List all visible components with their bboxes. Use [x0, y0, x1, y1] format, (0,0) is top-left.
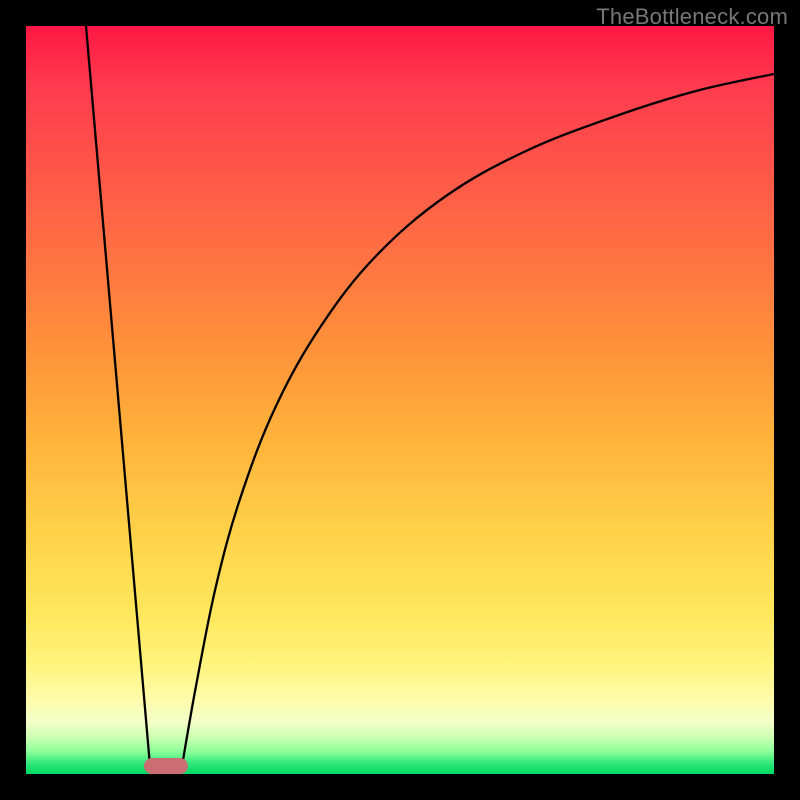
- curve-svg: [26, 26, 774, 774]
- left-line: [86, 26, 150, 766]
- outer-frame: TheBottleneck.com: [0, 0, 800, 800]
- right-curve: [182, 74, 774, 766]
- plot-area: [26, 26, 774, 774]
- notch-marker: [144, 758, 188, 774]
